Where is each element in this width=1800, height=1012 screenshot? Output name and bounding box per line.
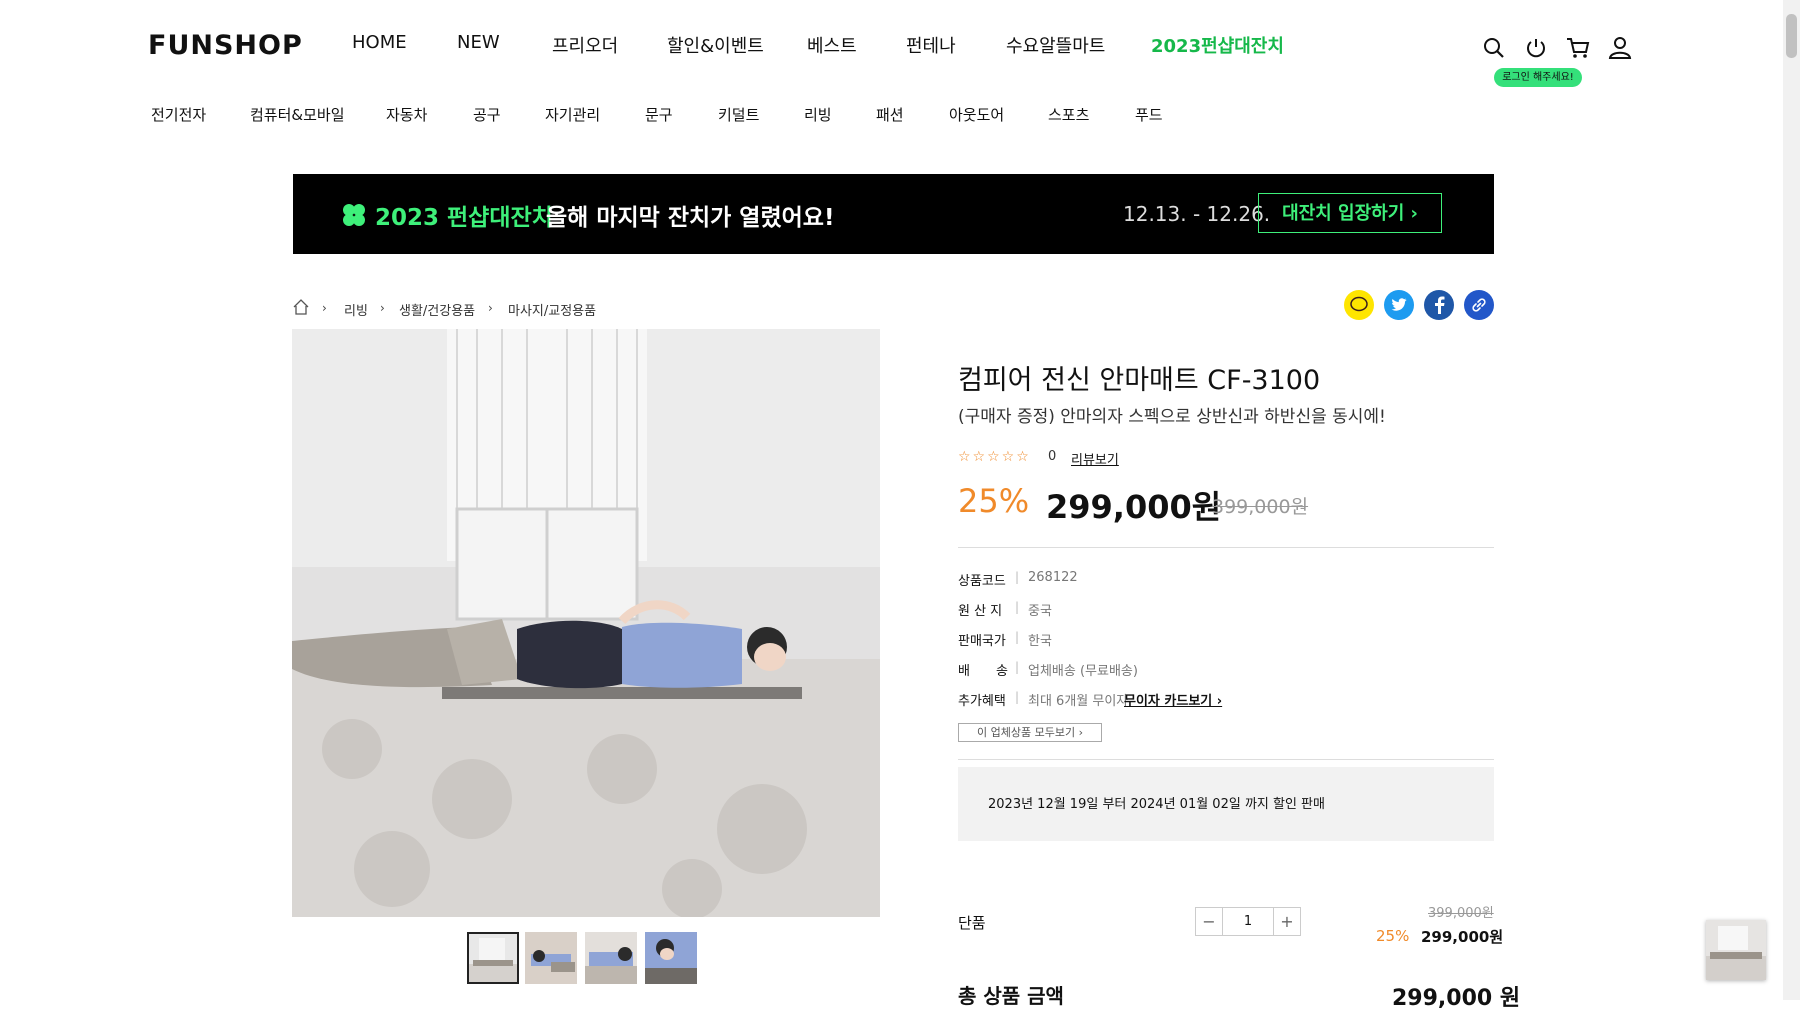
login-badge[interactable]: 로그인 해주세요! <box>1494 68 1582 87</box>
discount-rate: 25% <box>958 482 1030 520</box>
info-separator: | <box>1015 630 1020 644</box>
category-kidult[interactable]: 키덜트 <box>718 104 759 125</box>
info-separator: | <box>1015 660 1020 674</box>
breadcrumb-massage[interactable]: 마사지/교정용품 <box>508 300 596 319</box>
category-electronics[interactable]: 전기전자 <box>151 104 206 125</box>
info-label-code: 상품코드 <box>958 574 1006 589</box>
thumbnail-4[interactable] <box>645 932 697 984</box>
info-value-country: 한국 <box>1028 634 1052 649</box>
search-icon[interactable] <box>1482 36 1506 60</box>
total-label: 총 상품 금액 <box>958 984 1064 1008</box>
sale-price: 299,000원 <box>1046 488 1222 526</box>
product-subtitle: (구매자 증정) 안마의자 스펙으로 상반신과 하반신을 동시에! <box>958 407 1386 427</box>
category-computer-mobile[interactable]: 컴퓨터&모바일 <box>250 104 345 125</box>
scrollbar-thumb[interactable] <box>1786 14 1797 58</box>
info-label-shipping: 배 송 <box>958 664 1008 679</box>
review-count: 0 <box>1048 449 1057 464</box>
facebook-share-icon[interactable] <box>1424 290 1454 320</box>
kakao-share-icon[interactable] <box>1344 290 1374 320</box>
info-separator: | <box>1015 690 1020 704</box>
category-outdoor[interactable]: 아웃도어 <box>949 104 1004 125</box>
chevron-right-icon: › <box>380 301 385 315</box>
link-copy-icon[interactable] <box>1464 290 1494 320</box>
nav-new[interactable]: NEW <box>457 32 500 56</box>
twitter-share-icon[interactable] <box>1384 290 1414 320</box>
info-label-benefit: 추가혜택 <box>958 694 1006 709</box>
banner-title-green: 2023 펀샵대잔치 <box>375 205 553 231</box>
option-discount: 25% <box>1376 927 1410 945</box>
nav-sale-event[interactable]: 할인&이벤트 <box>667 32 764 57</box>
site-logo[interactable]: FUNSHOP <box>148 30 303 61</box>
info-value-origin: 중국 <box>1028 604 1052 619</box>
original-price: 399,000원 <box>1212 496 1309 518</box>
category-selfcare[interactable]: 자기관리 <box>545 104 600 125</box>
thumbnail-1[interactable] <box>467 932 519 984</box>
breadcrumb-household-health[interactable]: 생활/건강용품 <box>399 300 475 319</box>
quantity-stepper[interactable]: − 1 + <box>1195 907 1301 936</box>
info-value-code: 268122 <box>1028 570 1078 585</box>
interest-free-card-link[interactable]: 무이자 카드보기 › <box>1124 690 1222 709</box>
sale-period-notice: 2023년 12월 19일 부터 2024년 01월 02일 까지 할인 판매 <box>958 767 1494 841</box>
nav-funtenna[interactable]: 펀테나 <box>906 32 956 57</box>
info-separator: | <box>1015 600 1020 614</box>
cart-icon[interactable] <box>1566 36 1590 60</box>
divider <box>958 759 1494 760</box>
nav-home[interactable]: HOME <box>352 32 407 56</box>
category-living[interactable]: 리빙 <box>804 104 832 125</box>
banner-enter-button[interactable]: 대잔치 입장하기 › <box>1258 193 1442 233</box>
option-label: 단품 <box>958 914 986 932</box>
info-label-origin: 원 산 지 <box>958 604 1003 619</box>
category-stationery[interactable]: 문구 <box>645 104 673 125</box>
recent-viewed-thumbnail[interactable] <box>1706 920 1766 980</box>
nav-2023-festival[interactable]: 2023펀샵대잔치 <box>1151 32 1284 57</box>
nav-wednesday-mart[interactable]: 수요알뜰마트 <box>1006 32 1105 57</box>
scrollbar-track[interactable] <box>1783 0 1800 1000</box>
info-value-benefit: 최대 6개월 무이자 <box>1028 694 1129 709</box>
option-original-price: 399,000원 <box>1428 906 1494 921</box>
breadcrumb-living[interactable]: 리빙 <box>344 300 368 319</box>
clover-icon <box>341 202 367 228</box>
chevron-right-icon: › <box>488 301 493 315</box>
thumbnail-2[interactable] <box>525 932 577 984</box>
chevron-right-icon: › <box>322 301 327 315</box>
all-vendor-products-button[interactable]: 이 업체상품 모두보기 › <box>958 723 1102 742</box>
sale-period-text: 2023년 12월 19일 부터 2024년 01월 02일 까지 할인 판매 <box>988 797 1325 812</box>
banner-title-white: 올해 마지막 잔치가 열렸어요! <box>546 205 835 231</box>
category-fashion[interactable]: 패션 <box>876 104 904 125</box>
user-icon[interactable] <box>1608 36 1632 60</box>
info-value-shipping: 업체배송 (무료배송) <box>1028 664 1138 679</box>
product-main-image[interactable] <box>292 329 880 917</box>
info-separator: | <box>1015 570 1020 584</box>
nav-preorder[interactable]: 프리오더 <box>552 32 618 57</box>
category-tools[interactable]: 공구 <box>473 104 501 125</box>
power-icon[interactable] <box>1524 36 1548 60</box>
rating-stars: ☆☆☆☆☆ <box>958 449 1031 465</box>
category-car[interactable]: 자동차 <box>386 104 427 125</box>
home-icon[interactable] <box>292 298 310 316</box>
total-value: 299,000 원 <box>1392 986 1521 1011</box>
product-title: 컴피어 전신 안마매트 CF-3100 <box>958 365 1321 396</box>
banner-date: 12.13. - 12.26. <box>1123 202 1271 226</box>
thumbnail-3[interactable] <box>585 932 637 984</box>
review-link[interactable]: 리뷰보기 <box>1071 449 1119 468</box>
event-banner[interactable]: 2023 펀샵대잔치 올해 마지막 잔치가 열렸어요! 12.13. - 12.… <box>293 174 1494 254</box>
category-sports[interactable]: 스포츠 <box>1048 104 1089 125</box>
nav-best[interactable]: 베스트 <box>807 32 857 57</box>
category-food[interactable]: 푸드 <box>1135 104 1163 125</box>
option-price: 299,000원 <box>1421 928 1504 946</box>
divider <box>958 547 1494 548</box>
info-label-country: 판매국가 <box>958 634 1006 649</box>
quantity-value[interactable]: 1 <box>1222 908 1274 935</box>
plus-button[interactable]: + <box>1274 908 1300 935</box>
minus-button[interactable]: − <box>1196 908 1222 935</box>
